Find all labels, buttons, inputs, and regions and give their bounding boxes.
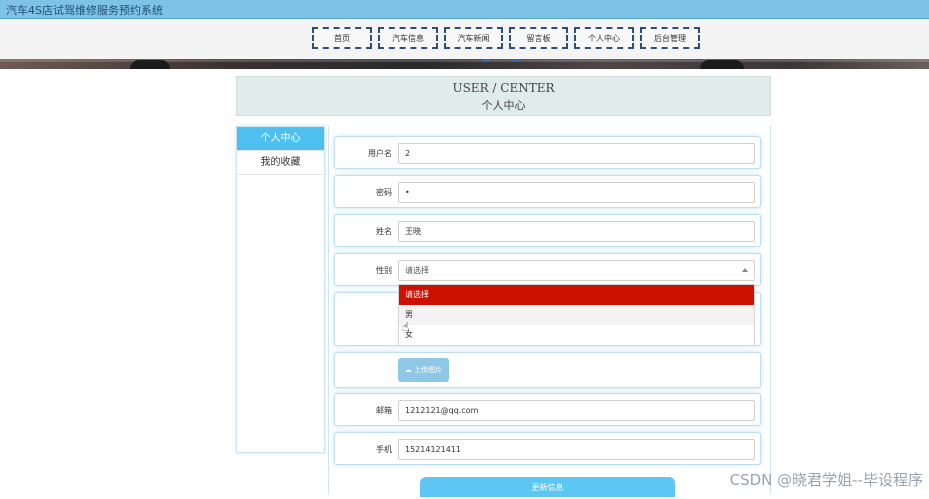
cloud-upload-icon: ☁ [405,366,412,374]
watermark: CSDN @晓君学姐--毕设程序 [729,471,923,489]
nav-item-message-board[interactable]: 留言板 [509,27,568,49]
username-input[interactable]: 2 [398,143,755,164]
gender-option-female[interactable]: 女 [399,325,754,345]
nav-item-car-info[interactable]: 汽车信息 [378,27,438,49]
email-row: 邮箱 1212121@qq.com [334,393,761,426]
gender-option-male[interactable]: 男 [399,305,754,325]
sidebar-item-favorites[interactable]: 我的收藏 [237,151,324,175]
banner-wheel [130,60,170,69]
nav-item-admin[interactable]: 后台管理 [640,27,700,49]
name-row: 姓名 王晓 [334,214,761,247]
nav-item-car-news[interactable]: 汽车新闻 [444,27,503,49]
email-label: 邮箱 [376,406,392,415]
hand-cursor-icon: ☝ [402,320,410,334]
gender-dropdown: 请选择 男 女 [398,284,755,346]
update-info-button[interactable]: 更新信息 [420,477,675,497]
password-label: 密码 [376,188,392,197]
name-input[interactable]: 王晓 [398,221,755,242]
nav-item-home[interactable]: 首页 [312,27,372,49]
banner-image [0,59,929,69]
gender-label: 性别 [376,266,392,275]
password-row: 密码 • [334,175,761,208]
app-title: 汽车4S店试驾维修服务预约系统 [6,4,163,17]
gender-select-value: 请选择 [405,266,429,275]
upload-image-button[interactable]: ☁ 上传图片 [398,358,449,382]
section-heading: USER / CENTER 个人中心 [236,76,771,116]
phone-row: 手机 15214121411 [334,432,761,465]
banner-wheel [700,60,744,69]
username-row: 用户名 2 [334,136,761,169]
nav-item-user-center[interactable]: 个人中心 [574,27,634,49]
sidebar-item-user-center[interactable]: 个人中心 [237,127,324,151]
gender-row: 性别 请选择 [334,253,761,286]
user-sidebar: 个人中心 我的收藏 [236,126,325,453]
chevron-up-icon[interactable] [742,268,748,272]
heading-chinese: 个人中心 [481,99,526,112]
username-label: 用户名 [368,149,392,158]
title-bar: 汽车4S店试驾维修服务预约系统 [0,0,929,19]
upload-button-label: 上传图片 [414,366,442,374]
email-input[interactable]: 1212121@qq.com [398,400,755,421]
phone-label: 手机 [376,445,392,454]
nav-menu: 首页 汽车信息 汽车新闻 留言板 个人中心 后台管理 [312,27,700,49]
password-input[interactable]: • [398,182,755,203]
gender-select[interactable]: 请选择 [398,260,755,281]
heading-english: USER / CENTER [452,81,555,95]
gender-option-placeholder[interactable]: 请选择 [399,285,754,305]
name-label: 姓名 [376,227,392,236]
phone-input[interactable]: 15214121411 [398,439,755,460]
nav-bar: 首页 汽车信息 汽车新闻 留言板 个人中心 后台管理 [0,19,929,59]
